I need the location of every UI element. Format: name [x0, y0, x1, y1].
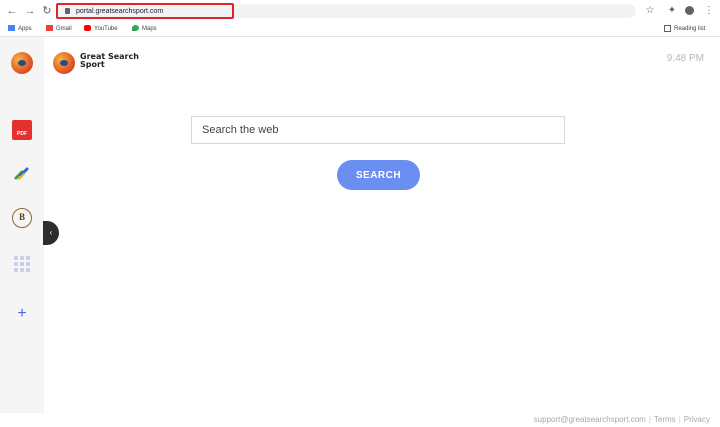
bookmark-apps[interactable]: Apps [8, 23, 32, 35]
support-email-link[interactable]: support@greatsearchsport.com [534, 415, 646, 424]
reload-icon[interactable]: ↻ [40, 4, 54, 18]
maps-pin-icon [132, 25, 139, 32]
bookmark-label: Maps [142, 26, 157, 32]
bookmark-gmail[interactable]: Gmail [46, 23, 72, 35]
link-svg [14, 167, 29, 180]
bookmark-label: Apps [18, 26, 32, 32]
bookmark-maps[interactable]: Maps [132, 23, 157, 35]
sidebar-collapse-button[interactable]: ‹ [43, 221, 59, 245]
add-icon[interactable]: + [12, 304, 32, 324]
bookmark-youtube[interactable]: YouTube [84, 23, 118, 35]
great-search-sport-logo-icon[interactable] [11, 52, 33, 74]
grid-icon[interactable] [14, 256, 30, 272]
search-button[interactable]: SEARCH [337, 160, 420, 190]
reading-list-icon [664, 24, 671, 32]
menu-kebab-icon[interactable]: ⋮ [703, 4, 715, 18]
footer-separator: | [678, 415, 681, 424]
address-bar-extension[interactable] [234, 4, 636, 18]
forward-arrow-icon[interactable]: → [23, 4, 37, 18]
lock-icon[interactable] [65, 8, 70, 14]
clock: 9:48 PM [666, 53, 704, 64]
footer: support@greatsearchsport.com | Terms | Priva… [534, 415, 710, 424]
footer-separator: | [648, 415, 651, 424]
reading-list-label: Reading list [674, 26, 706, 32]
privacy-link[interactable]: Privacy [684, 415, 710, 424]
link-icon[interactable] [12, 164, 32, 184]
extensions-puzzle-icon[interactable]: ✦ [666, 4, 678, 18]
sidebar: PDF B + [0, 37, 44, 413]
star-bookmark-icon[interactable]: ☆ [644, 4, 656, 18]
back-arrow-icon[interactable]: ← [5, 4, 19, 18]
great-search-sport-logo-icon[interactable] [53, 52, 75, 74]
brand-name[interactable]: Great Search Sport [80, 53, 150, 69]
profile-avatar-icon[interactable] [685, 6, 694, 15]
youtube-icon [84, 25, 91, 32]
gmail-icon [46, 25, 53, 32]
reading-list[interactable]: Reading list [664, 23, 705, 35]
pdf-icon[interactable]: PDF [12, 120, 32, 140]
bookmarks-bar: Apps Gmail YouTube Maps Reading list [0, 22, 720, 37]
bitcoin-icon[interactable]: B [12, 208, 32, 228]
terms-link[interactable]: Terms [654, 415, 676, 424]
bookmark-label: Gmail [56, 26, 72, 32]
url-text[interactable]: portal.greatsearchsport.com [76, 6, 163, 17]
search-input[interactable] [191, 116, 565, 144]
apps-grid-icon [8, 25, 15, 32]
address-bar[interactable]: portal.greatsearchsport.com [56, 3, 234, 19]
bookmark-label: YouTube [94, 26, 118, 32]
browser-toolbar: ← → ↻ portal.greatsearchsport.com ☆ ✦ ⋮ [0, 0, 720, 22]
